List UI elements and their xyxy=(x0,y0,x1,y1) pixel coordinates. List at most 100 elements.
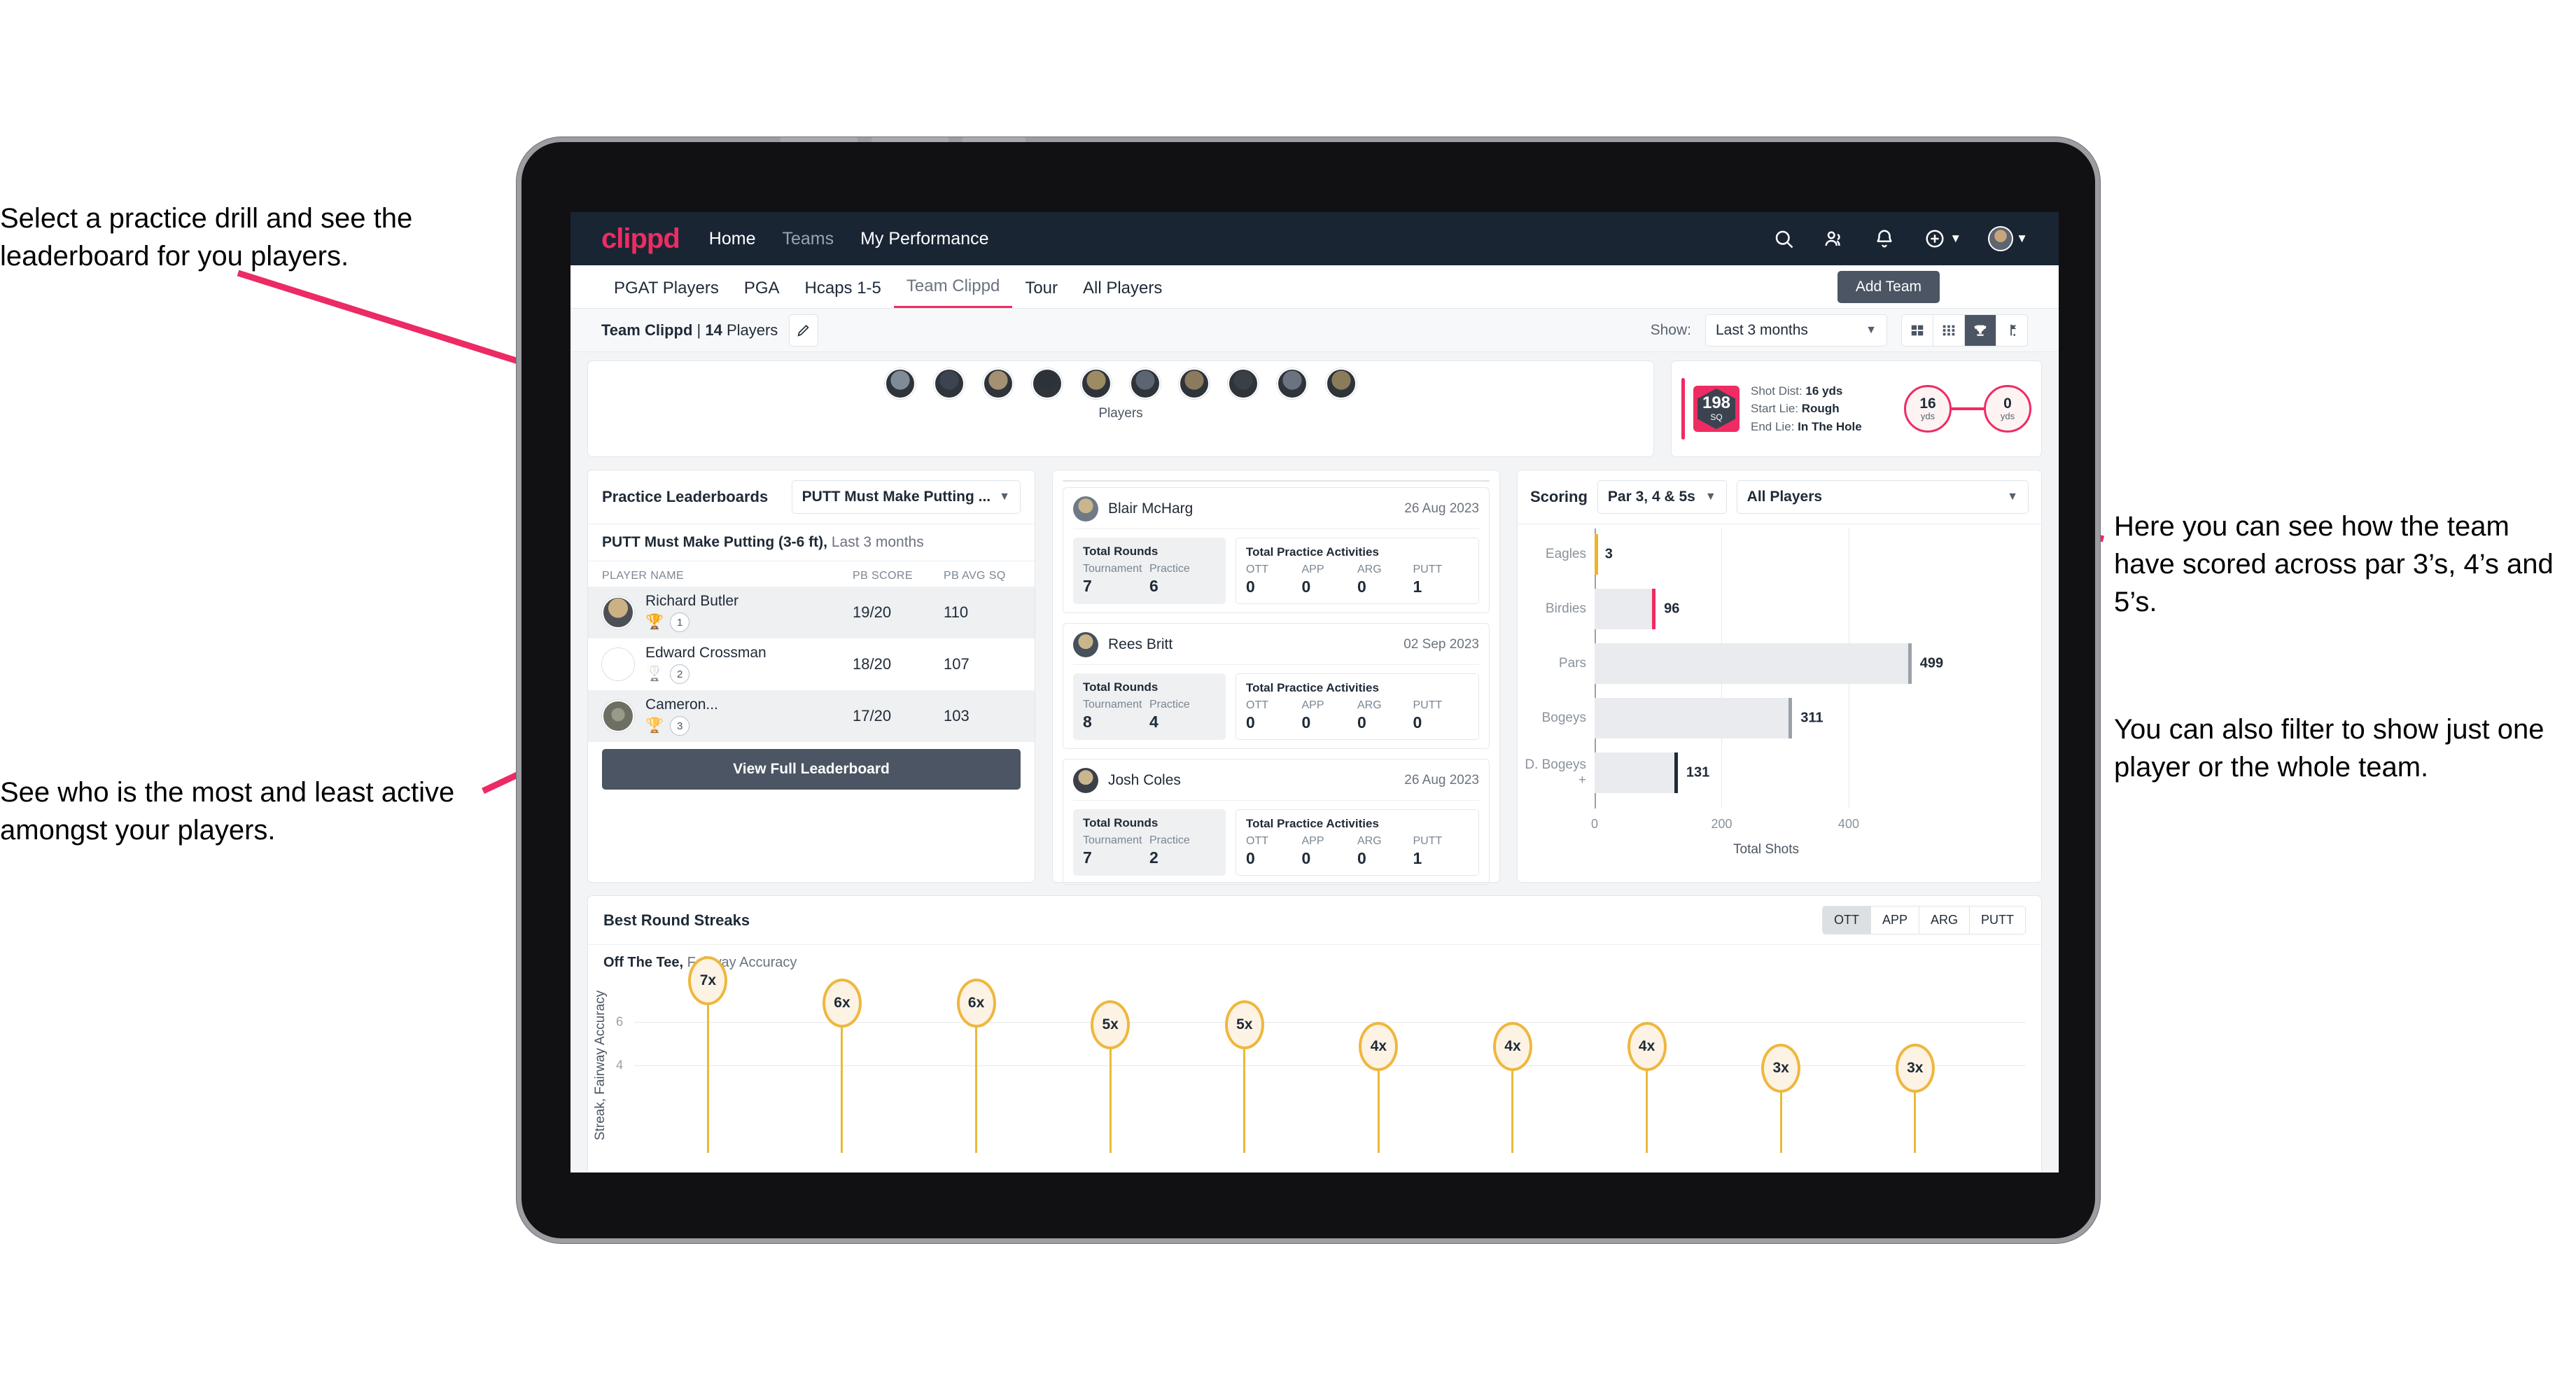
par-filter-select[interactable]: Par 3, 4 & 5s ▼ xyxy=(1597,480,1727,514)
tab-pga[interactable]: PGA xyxy=(732,279,792,308)
tab-least-active[interactable]: Least Active xyxy=(1276,481,1489,482)
avatar[interactable] xyxy=(1277,368,1308,399)
team-summary-label: Team Clippd | 14 Players xyxy=(601,321,778,340)
avatar[interactable] xyxy=(1179,368,1210,399)
avatar[interactable] xyxy=(1228,368,1259,399)
avatar[interactable] xyxy=(885,368,916,399)
bar-cap xyxy=(1652,589,1656,629)
players-strip-label: Players xyxy=(1098,406,1143,421)
search-icon[interactable] xyxy=(1772,227,1795,251)
practice-leaderboard-title: Practice Leaderboards xyxy=(602,488,769,505)
chevron-down-icon: ▼ xyxy=(999,491,1010,503)
table-row[interactable]: Edward Crossman 🏆 2 18/20 107 xyxy=(588,638,1035,690)
nav-link-home[interactable]: Home xyxy=(709,229,756,249)
bar-track: 499 xyxy=(1595,643,2029,684)
stat-key: PUTT xyxy=(1413,564,1443,575)
drill-subtitle-range: Last 3 months xyxy=(827,534,924,550)
bell-icon[interactable] xyxy=(1872,227,1896,251)
grid-large-icon[interactable] xyxy=(1902,314,1933,346)
last-activity-date: 02 Sep 2023 xyxy=(1404,637,1479,652)
avatar[interactable] xyxy=(1326,368,1357,399)
tab-all-players[interactable]: All Players xyxy=(1070,279,1175,308)
create-menu[interactable]: ▼ xyxy=(1923,227,1961,251)
stat-putt: PUTT 1 xyxy=(1413,564,1469,596)
avatar[interactable] xyxy=(1081,368,1112,399)
practice-leaderboard-header: Practice Leaderboards PUTT Must Make Put… xyxy=(588,470,1035,524)
toggle-app[interactable]: APP xyxy=(1870,906,1919,934)
pb-score-value: 17/20 xyxy=(853,707,892,724)
flag-icon[interactable] xyxy=(1996,315,2027,346)
date-range-select[interactable]: Last 3 months ▼ xyxy=(1705,314,1887,346)
chart-value-bubble: 4x xyxy=(1627,1022,1667,1071)
stat-value: 1 xyxy=(1413,578,1422,596)
end-lie-value: In The Hole xyxy=(1798,419,1862,433)
plus-circle-icon[interactable] xyxy=(1923,227,1947,251)
avatar[interactable] xyxy=(934,368,965,399)
grid-small-icon[interactable] xyxy=(1933,314,1965,346)
bar-cap xyxy=(1674,752,1678,793)
dial-start: 16 yds xyxy=(1904,385,1952,433)
table-row[interactable]: Cameron... 🏆 3 17/20 103 xyxy=(588,690,1035,742)
stat-key: ARG xyxy=(1357,699,1382,711)
tab-tour[interactable]: Tour xyxy=(1012,279,1070,308)
drill-select[interactable]: PUTT Must Make Putting ... ▼ xyxy=(791,480,1021,514)
stat-arg: ARG 0 xyxy=(1357,699,1413,732)
tab-most-active[interactable]: Most Active xyxy=(1063,481,1276,482)
toggle-ott[interactable]: OTT xyxy=(1822,906,1871,934)
total-rounds-grid: Tournament 7 Practice 2 xyxy=(1083,834,1216,867)
stat-key: APP xyxy=(1301,564,1324,575)
team-sub-toolbar: Team Clippd | 14 Players Show: Last 3 mo… xyxy=(570,309,2059,352)
activity-player-card[interactable]: Josh Coles 26 Aug 2023 Total Rounds Tournam… xyxy=(1063,759,1490,885)
people-icon[interactable] xyxy=(1822,227,1846,251)
total-rounds-grid: Tournament 7 Practice 6 xyxy=(1083,563,1216,596)
power-button xyxy=(962,137,1026,142)
account-menu[interactable]: ▼ xyxy=(1988,226,2028,251)
total-rounds-block: Total Rounds Tournament 7 Practice 6 xyxy=(1073,538,1226,604)
bar-category-label: Birdies xyxy=(1545,601,1586,616)
avatar[interactable] xyxy=(1988,226,2014,251)
bar-track: 3 xyxy=(1595,534,2029,575)
bar-category-label: Eagles xyxy=(1545,547,1586,561)
chart-bar-row: Pars 499 xyxy=(1518,643,2029,684)
edit-team-button[interactable] xyxy=(789,314,819,346)
activity-player-card[interactable]: Rees Britt 02 Sep 2023 Total Rounds Tournam… xyxy=(1063,623,1490,749)
stat-putt: PUTT 1 xyxy=(1413,835,1469,868)
activity-player-card[interactable]: Blair McHarg 26 Aug 2023 Total Rounds Tourn… xyxy=(1063,487,1490,613)
stat-ott: OTT 0 xyxy=(1246,564,1302,596)
chart-stem xyxy=(1511,1065,1514,1153)
tab-pgat-players[interactable]: PGAT Players xyxy=(601,279,732,308)
practice-leaderboard-card: Practice Leaderboards PUTT Must Make Put… xyxy=(587,470,1035,883)
view-full-leaderboard-button[interactable]: View Full Leaderboard xyxy=(602,749,1021,790)
trophy-icon[interactable] xyxy=(1965,314,1996,346)
player-name: Richard Butler xyxy=(645,593,739,609)
avatar[interactable] xyxy=(983,368,1014,399)
team-name: Team Clippd xyxy=(601,321,693,339)
player-filter-select[interactable]: All Players ▼ xyxy=(1736,480,2029,514)
table-row[interactable]: Richard Butler 🏆 1 19/20 110 xyxy=(588,587,1035,638)
nav-link-my-performance[interactable]: My Performance xyxy=(860,229,988,249)
add-team-button[interactable]: Add Team xyxy=(1837,271,1940,303)
dial-end: 0 yds xyxy=(1984,385,2031,433)
chart-bar-row: D. Bogeys + 131 xyxy=(1518,752,2029,793)
practice-activities-title: Total Practice Activities xyxy=(1246,817,1379,830)
view-mode-toggle-group xyxy=(1901,314,2028,346)
activity-tab-group: Most Active Least Active xyxy=(1063,480,1490,482)
tab-hcaps-1-5[interactable]: Hcaps 1-5 xyxy=(792,279,894,308)
chart-value-bubble: 4x xyxy=(1359,1022,1399,1071)
streaks-header: Best Round Streaks OTT APP ARG PUTT xyxy=(588,896,2041,945)
toggle-putt[interactable]: PUTT xyxy=(1970,906,2025,934)
bar-cap xyxy=(1788,698,1793,738)
avatar[interactable] xyxy=(1032,368,1063,399)
stat-practice: Practice 4 xyxy=(1149,699,1216,732)
app-navbar: clippd Home Teams My Performance ▼ ▼ xyxy=(570,212,2059,265)
chart-x-axis-title: Total Shots xyxy=(1733,842,1799,857)
toggle-arg[interactable]: ARG xyxy=(1919,906,1970,934)
clippd-logo[interactable]: clippd xyxy=(601,223,680,255)
chart-value-bubble: 5x xyxy=(1091,1000,1130,1049)
nav-link-teams[interactable]: Teams xyxy=(782,229,834,249)
scoring-card: Scoring Par 3, 4 & 5s ▼ All Players ▼ Ea… xyxy=(1517,470,2042,883)
practice-activities-grid: OTT 0 APP 0 ARG 0 PUTT 1 xyxy=(1246,835,1469,868)
shot-sq-value: 198 xyxy=(1702,393,1731,412)
tab-team-clippd[interactable]: Team Clippd xyxy=(893,276,1013,308)
avatar[interactable] xyxy=(1130,368,1161,399)
